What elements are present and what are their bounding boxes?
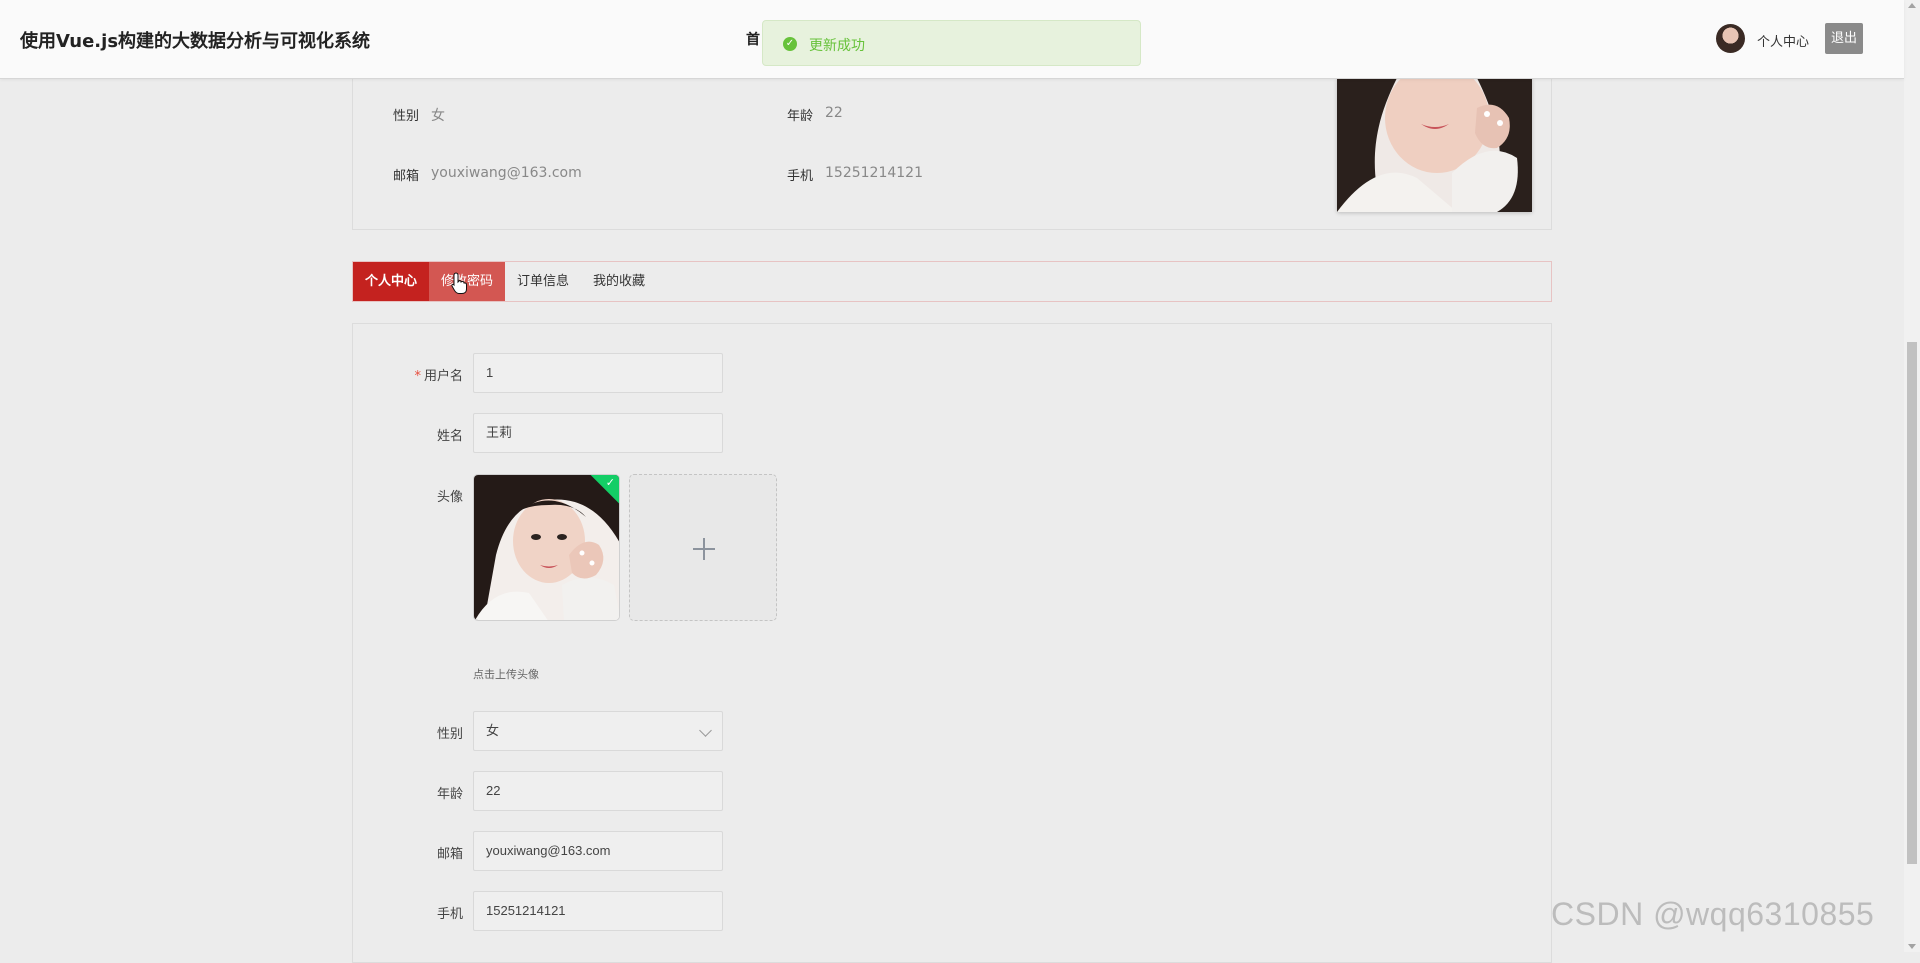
scrollbar-thumb[interactable] [1907, 342, 1917, 864]
summary-age-value: 22 [825, 105, 843, 121]
hand-cursor-icon [451, 272, 467, 294]
email-input[interactable]: youxiwang@163.com [473, 831, 723, 871]
summary-email-label: 邮箱 [393, 169, 420, 184]
upload-avatar-button[interactable] [629, 474, 777, 621]
summary-phone-label: 手机 [787, 169, 814, 184]
email-label: 邮箱 [436, 847, 463, 862]
summary-email-value: youxiwang@163.com [431, 165, 582, 181]
tab-change-password[interactable]: 修改密码 [429, 262, 505, 301]
toast-message: 更新成功 [809, 38, 865, 54]
chevron-down-icon [699, 724, 712, 737]
gender-select-value: 女 [486, 723, 500, 738]
profile-avatar-image [1337, 78, 1532, 212]
upload-success-check-icon: ✓ [605, 476, 615, 489]
scroll-up-arrow-icon[interactable] [1908, 3, 1916, 8]
summary-age-label: 年龄 [787, 109, 814, 124]
header-avatar[interactable] [1716, 24, 1745, 53]
plus-icon [693, 538, 715, 560]
success-toast: ✓ 更新成功 [762, 20, 1141, 66]
name-label: 姓名 [436, 429, 463, 444]
uploaded-avatar-thumbnail[interactable]: ✓ [473, 474, 620, 621]
age-label: 年龄 [436, 787, 463, 802]
age-input[interactable]: 22 [473, 771, 723, 811]
personal-center-link[interactable]: 个人中心 [1757, 31, 1809, 50]
username-input[interactable]: 1 [473, 353, 723, 393]
profile-tabs: 个人中心 修改密码 订单信息 我的收藏 [352, 261, 1552, 302]
username-label: * 用户名 [383, 365, 463, 384]
tab-order-info[interactable]: 订单信息 [505, 262, 581, 301]
required-mark: * [414, 369, 421, 384]
summary-gender-label: 性别 [393, 109, 420, 124]
summary-gender-value: 女 [431, 108, 445, 124]
phone-input[interactable]: 15251214121 [473, 891, 723, 931]
summary-phone-value: 15251214121 [825, 165, 923, 181]
logout-button[interactable]: 退出 [1825, 23, 1863, 54]
gender-select[interactable]: 女 [473, 711, 723, 751]
success-check-icon: ✓ [783, 37, 797, 51]
tab-my-favorites[interactable]: 我的收藏 [581, 262, 657, 301]
nav-home-link[interactable]: 首 [746, 29, 760, 49]
username-label-text: 用户名 [423, 369, 463, 384]
name-input[interactable]: 王莉 [473, 413, 723, 453]
page-scrollbar[interactable] [1904, 0, 1920, 952]
phone-label: 手机 [436, 907, 463, 922]
avatar-label: 头像 [436, 490, 463, 505]
upload-avatar-hint: 点击上传头像 [473, 668, 539, 681]
tab-personal-center[interactable]: 个人中心 [353, 262, 429, 301]
gender-label: 性别 [436, 727, 463, 742]
scroll-down-arrow-icon[interactable] [1908, 944, 1916, 949]
csdn-watermark: CSDN @wqq6310855 [1551, 896, 1875, 932]
app-title: 使用Vue.js构建的大数据分析与可视化系统 [20, 31, 371, 52]
